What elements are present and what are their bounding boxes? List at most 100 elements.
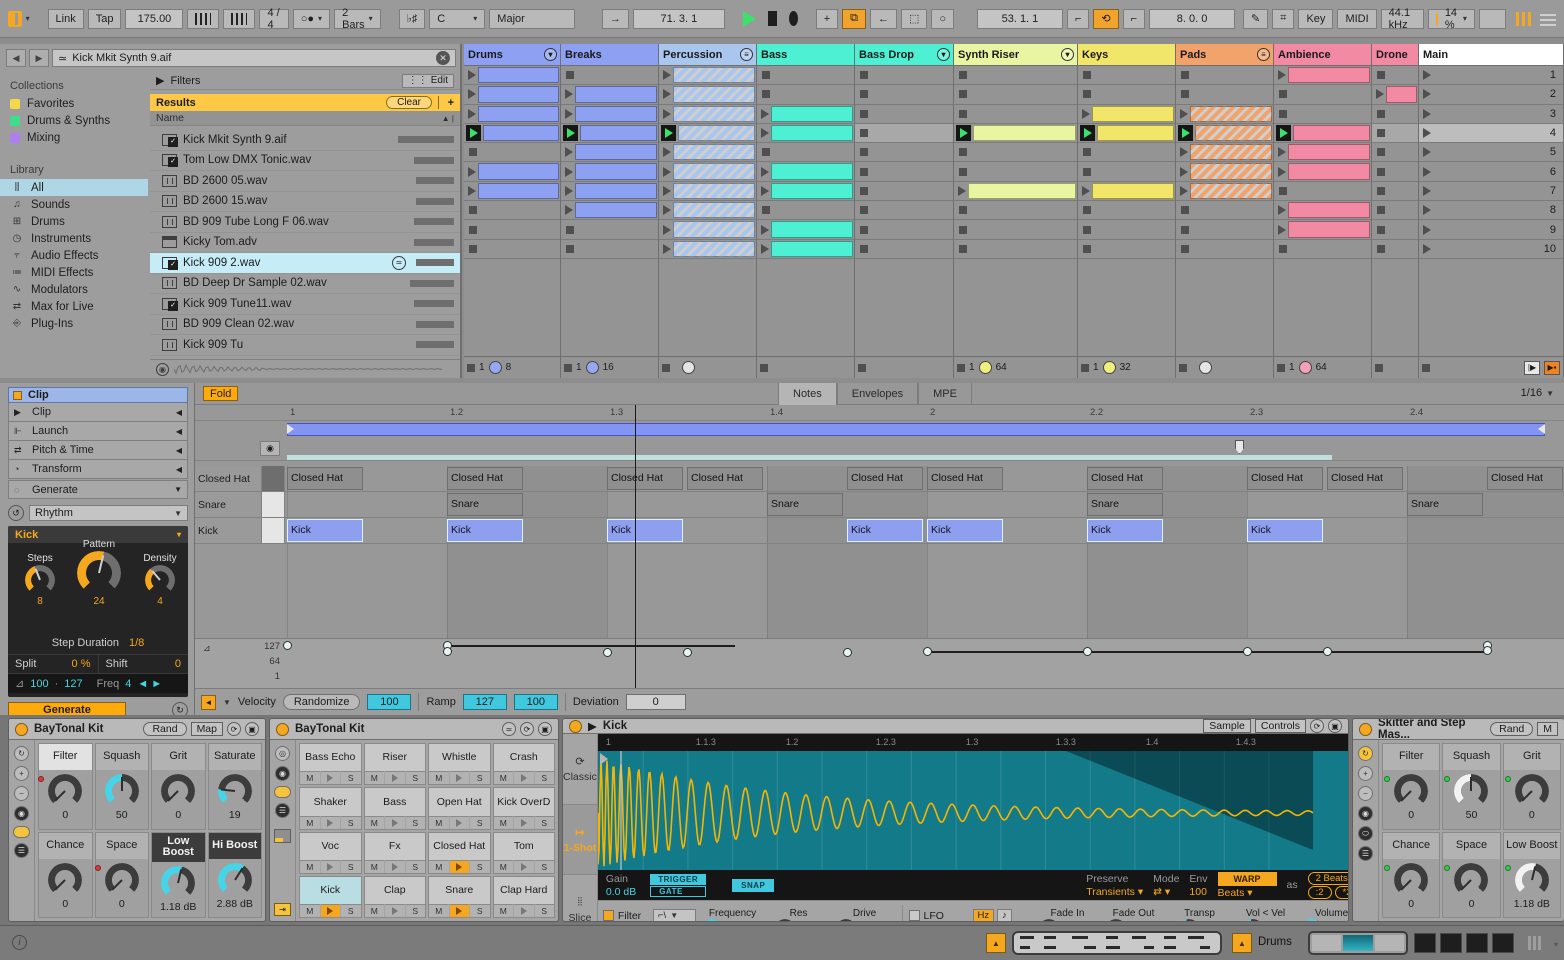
device-on-toggle[interactable] [569, 719, 582, 733]
freq-arrows[interactable]: ◄ ► [137, 678, 162, 690]
pad-name[interactable]: Riser [364, 744, 425, 772]
clip-slot[interactable] [1274, 85, 1371, 105]
clip-launch-icon[interactable] [468, 166, 476, 177]
velocity-marker[interactable] [923, 647, 932, 657]
track-header[interactable]: Synth Riser ▾ [954, 44, 1077, 66]
ramp-from-field[interactable]: 127 [462, 694, 507, 710]
clip-slot[interactable] [1274, 240, 1371, 259]
clip-stop-icon[interactable] [1279, 90, 1287, 99]
simpler-tab-controls[interactable]: Controls [1254, 719, 1306, 733]
track-stop-button[interactable] [1179, 363, 1187, 372]
clip-launch-icon[interactable] [1082, 185, 1090, 196]
lfo-sync-button[interactable]: ♪ [997, 908, 1012, 921]
clip-slot[interactable] [561, 182, 658, 202]
scene-slot[interactable]: 7 [1419, 182, 1563, 202]
clip-launch-icon[interactable] [663, 205, 671, 216]
clip-slot[interactable] [954, 105, 1077, 124]
pad-name[interactable]: Kick OverD [493, 788, 554, 816]
play-button[interactable] [742, 10, 756, 27]
velocity-marker[interactable] [843, 648, 852, 658]
mode-1-shot[interactable]: ↦ 1-Shot [563, 804, 597, 876]
pad-name[interactable]: Snare [429, 876, 490, 904]
clip-slot[interactable] [464, 143, 560, 163]
velocity-marker[interactable] [443, 647, 452, 657]
midi-note[interactable]: Kick [607, 519, 683, 542]
clip-slot[interactable] [1078, 85, 1175, 105]
live-logo-icon[interactable] [8, 10, 22, 27]
clip-stop-icon[interactable] [1377, 244, 1385, 253]
macro-label[interactable]: Hi Boost [208, 832, 261, 859]
punch-out-button[interactable]: ⌐ [1122, 8, 1146, 29]
loop-mode-menu[interactable]: ⇄ ▾ [1153, 886, 1170, 898]
clip-bar[interactable] [1097, 124, 1174, 142]
clip-slot[interactable] [1372, 182, 1418, 202]
pad-mute-button[interactable]: M [493, 904, 513, 917]
track-header[interactable]: Main [1419, 44, 1563, 66]
clip-stop-icon[interactable] [860, 167, 868, 176]
clip-bar[interactable] [673, 221, 755, 238]
chain-list-icon[interactable]: ☰ [14, 843, 29, 858]
param-knob-drive[interactable] [836, 919, 857, 921]
clip-bar[interactable] [575, 144, 657, 161]
scene-slot[interactable]: 8 [1419, 201, 1563, 221]
clip-bar[interactable] [1288, 67, 1370, 84]
clip-stop-icon[interactable] [1083, 148, 1091, 157]
clip-slot[interactable] [659, 162, 756, 182]
lane-key[interactable] [262, 518, 285, 543]
clip-bar[interactable] [673, 86, 755, 103]
macro-variations-icon[interactable]: ↻ [14, 746, 29, 761]
dropdown-icon[interactable]: ▾ [1061, 48, 1074, 61]
clip-bar[interactable] [575, 86, 657, 103]
pad-play-button[interactable] [385, 904, 405, 917]
pad-solo-button[interactable]: S [341, 815, 361, 829]
tempo-field[interactable]: 175.00 [125, 8, 184, 29]
clip-launch-icon[interactable] [761, 185, 769, 196]
pad-view-toggle-icon[interactable] [274, 786, 291, 798]
pad-play-button[interactable] [320, 859, 340, 873]
clip-slot[interactable] [561, 220, 658, 240]
sidebar-item-all[interactable]: ⫼ All [0, 179, 148, 196]
pad-solo-button[interactable]: S [341, 904, 361, 917]
clip-launch-icon[interactable] [761, 166, 769, 177]
clip-stop-icon[interactable] [1377, 109, 1385, 118]
pad-mute-button[interactable]: M [300, 815, 320, 829]
pad-mute-button[interactable]: M [364, 771, 384, 785]
scene-slot[interactable]: 4 [1419, 123, 1563, 144]
clip-bar[interactable] [771, 182, 853, 200]
pad-mute-button[interactable]: M [493, 859, 513, 873]
velocity-marker[interactable] [1483, 646, 1492, 656]
clip-bar[interactable] [1288, 144, 1370, 161]
hotswap-icon[interactable]: ≃ [502, 722, 516, 736]
clip-slot[interactable] [659, 105, 756, 124]
clip-slot[interactable] [561, 105, 658, 124]
drum-pad-bass[interactable]: Bass M S [363, 787, 426, 830]
scene-launch-icon[interactable] [1423, 108, 1431, 119]
sidebar-item-modulators[interactable]: ∿ Modulators [0, 281, 148, 298]
device-thumb-waveform[interactable] [1343, 935, 1373, 951]
macro-knob-chance[interactable] [48, 862, 83, 897]
clip-launch-icon[interactable] [761, 128, 769, 139]
scrub-area[interactable]: ◉ [195, 439, 1564, 461]
clip-slot[interactable] [1274, 162, 1371, 182]
rand-button[interactable]: Rand [1490, 722, 1534, 736]
param-knob-fade-in[interactable] [1038, 919, 1059, 921]
clip-slot[interactable] [1372, 105, 1418, 124]
section-clip[interactable]: ▶ Clip ◀ [8, 403, 188, 422]
drum-pad-clap-hard[interactable]: Clap Hard M S [492, 875, 555, 918]
clip-slot[interactable] [855, 143, 953, 163]
clip-slot[interactable] [855, 85, 953, 105]
pad-name[interactable]: Tom [493, 832, 554, 860]
scene-launch-icon[interactable] [1423, 166, 1431, 177]
clip-slot[interactable] [757, 143, 854, 163]
pad-mute-button[interactable]: M [364, 859, 384, 873]
track-header[interactable]: Keys [1078, 44, 1175, 66]
pad-play-button[interactable] [514, 859, 534, 873]
pad-name[interactable]: Voc [300, 832, 361, 860]
clip-bar[interactable] [478, 182, 559, 200]
clip-slot[interactable] [1176, 162, 1273, 182]
track-stop-button[interactable] [662, 363, 670, 372]
pad-name[interactable]: Kick [300, 876, 361, 904]
clip-slot[interactable] [1176, 66, 1273, 86]
chain-list-icon[interactable]: ☰ [275, 803, 290, 818]
gate-button[interactable]: GATE [650, 885, 707, 897]
